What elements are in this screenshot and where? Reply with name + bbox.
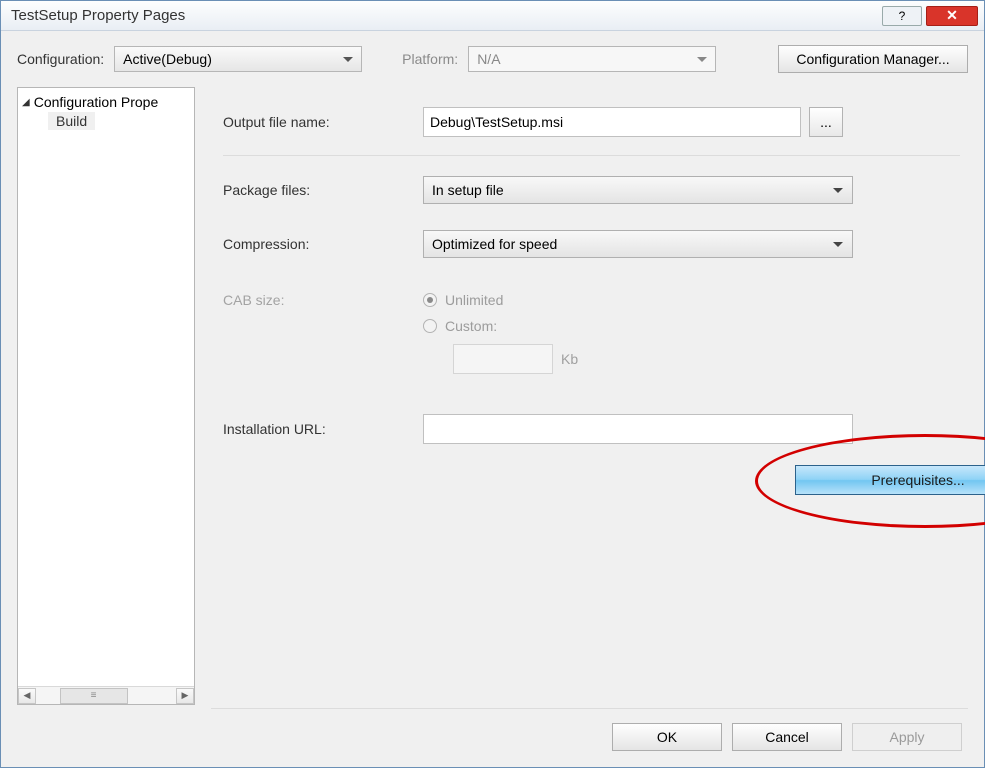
configuration-dropdown[interactable]: Active(Debug) — [114, 46, 362, 72]
installation-url-label: Installation URL: — [223, 421, 423, 437]
tree-expand-icon[interactable]: ◢ — [22, 97, 30, 108]
compression-dropdown[interactable]: Optimized for speed — [423, 230, 853, 258]
cab-custom-option: Custom: — [423, 318, 578, 334]
cab-size-row: CAB size: Unlimited Custom: Kb — [223, 292, 960, 374]
title-bar: TestSetup Property Pages ? ✕ — [1, 1, 984, 31]
platform-label: Platform: — [402, 51, 458, 67]
configuration-label: Configuration: — [17, 51, 104, 67]
prerequisites-button[interactable]: Prerequisites... — [795, 465, 985, 495]
configuration-value: Active(Debug) — [123, 51, 212, 67]
platform-value: N/A — [477, 51, 500, 67]
separator — [223, 155, 960, 156]
property-pages-dialog: TestSetup Property Pages ? ✕ Configurati… — [0, 0, 985, 768]
package-files-dropdown[interactable]: In setup file — [423, 176, 853, 204]
package-files-row: Package files: In setup file — [223, 176, 960, 204]
browse-output-button[interactable]: ... — [809, 107, 843, 137]
installation-url-input[interactable] — [423, 414, 853, 444]
cab-kb-unit: Kb — [561, 351, 578, 367]
scroll-track[interactable] — [36, 688, 176, 704]
cab-unlimited-option: Unlimited — [423, 292, 578, 308]
ok-button[interactable]: OK — [612, 723, 722, 751]
bottom-separator — [211, 708, 968, 709]
compression-row: Compression: Optimized for speed — [223, 230, 960, 258]
footer-buttons: OK Cancel Apply — [612, 723, 962, 751]
cab-kb-input — [453, 344, 553, 374]
tree-pane: ◢ Configuration Prope Build ◀ ▶ — [17, 87, 195, 705]
horizontal-scrollbar[interactable]: ◀ ▶ — [18, 686, 194, 704]
radio-custom — [423, 319, 437, 333]
apply-button: Apply — [852, 723, 962, 751]
help-button[interactable]: ? — [882, 6, 922, 26]
cab-size-label: CAB size: — [223, 292, 423, 308]
close-button[interactable]: ✕ — [926, 6, 978, 26]
radio-unlimited — [423, 293, 437, 307]
cab-custom-kb-row: Kb — [453, 344, 578, 374]
installation-url-row: Installation URL: — [223, 414, 960, 444]
cancel-button[interactable]: Cancel — [732, 723, 842, 751]
scroll-left-button[interactable]: ◀ — [18, 688, 36, 704]
scroll-thumb[interactable] — [60, 688, 128, 704]
output-filename-input[interactable]: Debug\TestSetup.msi — [423, 107, 801, 137]
scroll-right-button[interactable]: ▶ — [176, 688, 194, 704]
window-title: TestSetup Property Pages — [11, 7, 878, 24]
configuration-bar: Configuration: Active(Debug) Platform: N… — [17, 45, 968, 73]
details-panel: Output file name: Debug\TestSetup.msi ..… — [195, 87, 968, 705]
main-split: ◢ Configuration Prope Build ◀ ▶ Output f — [17, 87, 968, 705]
platform-dropdown[interactable]: N/A — [468, 46, 716, 72]
tree-item-build[interactable]: Build — [48, 112, 95, 130]
package-files-label: Package files: — [223, 182, 423, 198]
output-filename-row: Output file name: Debug\TestSetup.msi ..… — [223, 107, 960, 137]
configuration-manager-button[interactable]: Configuration Manager... — [778, 45, 968, 73]
output-filename-label: Output file name: — [223, 114, 423, 130]
content-area: Configuration: Active(Debug) Platform: N… — [1, 31, 984, 767]
tree-root-label: Configuration Prope — [34, 94, 159, 110]
tree-root-configuration-properties[interactable]: ◢ Configuration Prope — [18, 92, 194, 112]
tree-body: ◢ Configuration Prope Build — [18, 88, 194, 686]
compression-label: Compression: — [223, 236, 423, 252]
